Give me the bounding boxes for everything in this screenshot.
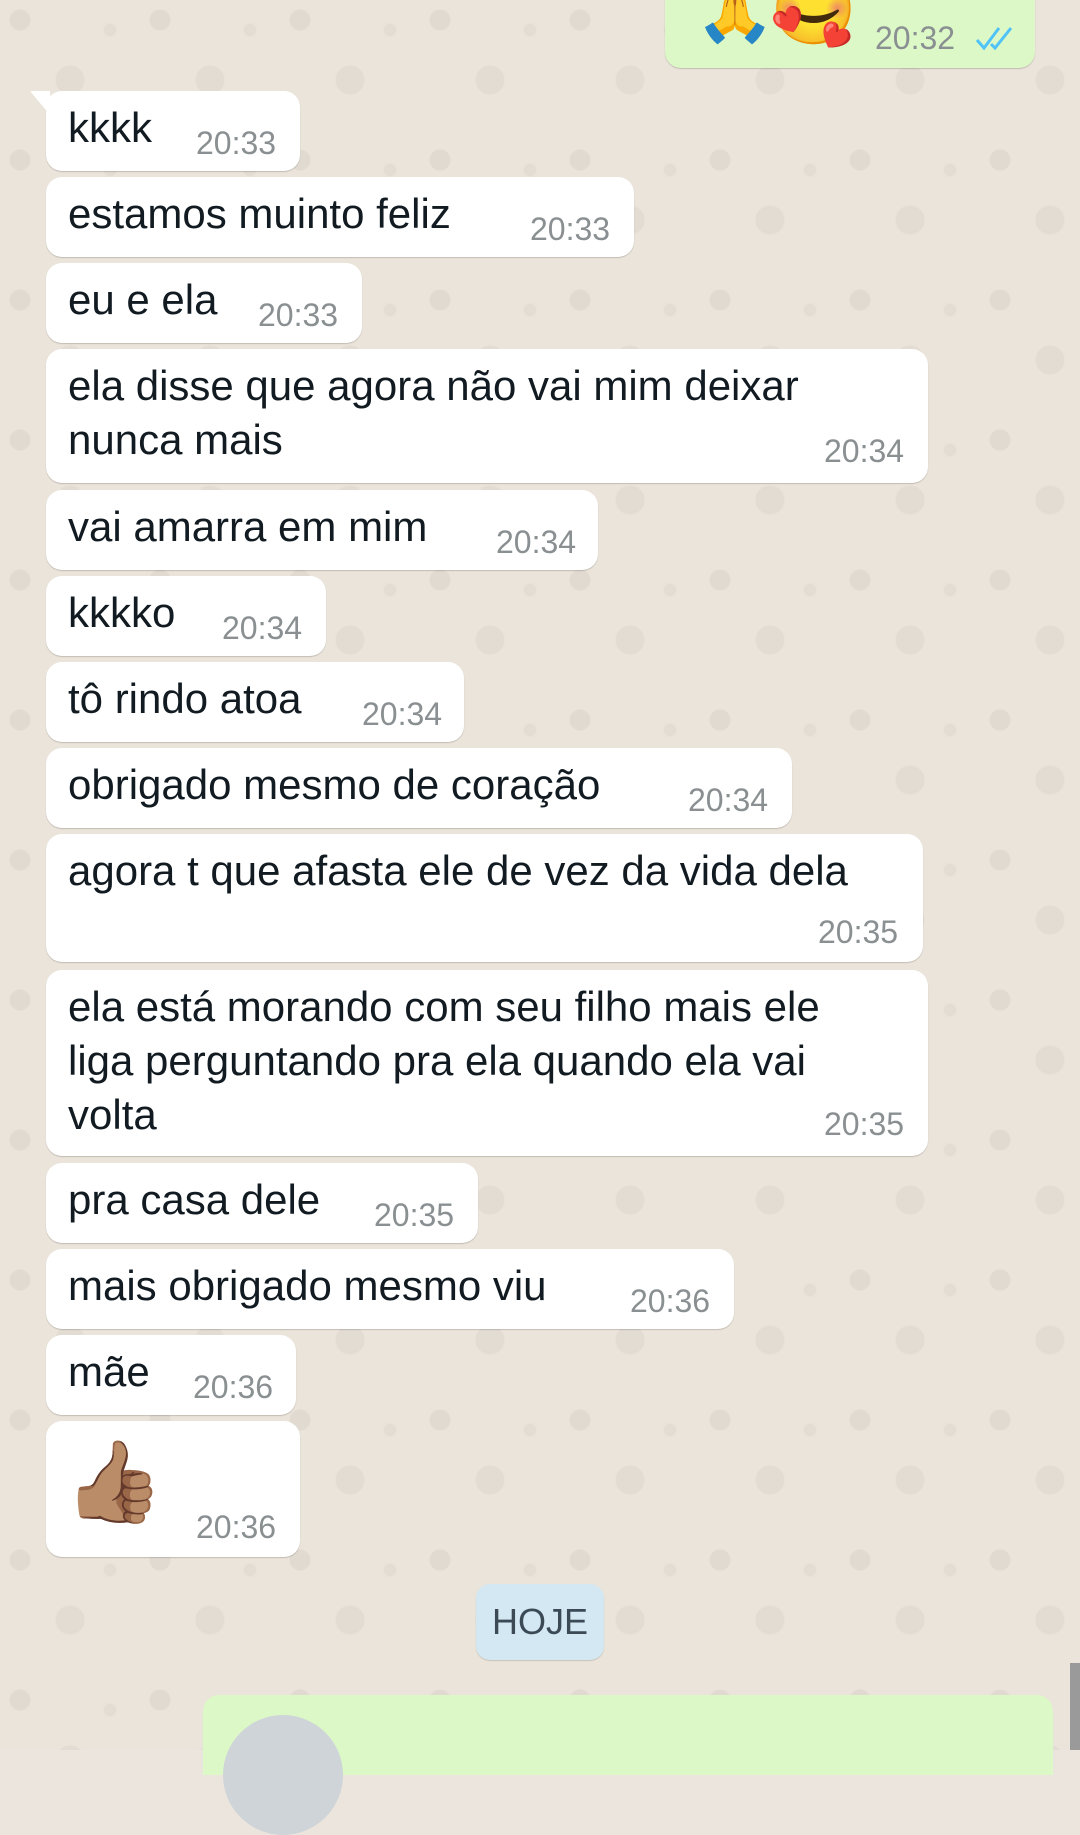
message-time: 20:34 xyxy=(824,433,905,469)
incoming-message-bubble[interactable]: agora t que afasta ele de vez da vida de… xyxy=(46,834,923,962)
message-time: 20:33 xyxy=(258,297,339,333)
incoming-message-bubble[interactable]: kkkk 20:33 xyxy=(30,91,300,171)
avatar xyxy=(223,1715,343,1835)
message-time: 20:32 xyxy=(875,20,956,56)
message-text: kkkk xyxy=(68,104,152,151)
message-text: eu e ela xyxy=(68,276,218,323)
message-text: ela está morando com seu filho mais ele … xyxy=(68,983,820,1138)
outgoing-message-bubble[interactable]: 🙏 🥰 20:32 xyxy=(665,0,1035,68)
incoming-message-bubble[interactable]: vai amarra em mim 20:34 xyxy=(46,490,598,570)
incoming-message-bubble[interactable]: ela disse que agora não vai mim deixar n… xyxy=(46,349,928,483)
message-text: tô rindo atoa xyxy=(68,675,302,722)
message-time: 20:36 xyxy=(196,1509,277,1545)
message-text: mais obrigado mesmo viu xyxy=(68,1262,547,1309)
message-time: 20:36 xyxy=(193,1369,274,1405)
incoming-message-bubble[interactable]: eu e ela 20:33 xyxy=(46,263,362,343)
incoming-message-bubble[interactable]: estamos muinto feliz 20:33 xyxy=(46,177,634,257)
date-divider-badge: HOJE xyxy=(476,1584,604,1660)
message-time: 20:36 xyxy=(630,1283,711,1319)
message-text: vai amarra em mim xyxy=(68,503,428,550)
message-time: 20:33 xyxy=(196,125,277,161)
incoming-message-bubble[interactable]: mais obrigado mesmo viu 20:36 xyxy=(46,1249,734,1329)
smiling-face-with-hearts-emoji: 🥰 xyxy=(770,0,858,48)
incoming-message-bubble[interactable]: pra casa dele 20:35 xyxy=(46,1163,478,1243)
message-text: obrigado mesmo de coração xyxy=(68,761,601,808)
incoming-message-bubble[interactable]: mãe 20:36 xyxy=(46,1335,296,1415)
double-check-read-icon xyxy=(975,27,1013,51)
bubble-tail xyxy=(30,91,50,115)
message-time: 20:34 xyxy=(688,782,769,818)
message-time: 20:35 xyxy=(818,914,899,950)
praying-hands-emoji: 🙏 xyxy=(695,0,775,45)
message-text: estamos muinto feliz xyxy=(68,190,451,237)
message-time: 20:34 xyxy=(496,524,577,560)
message-text: ela disse que agora não vai mim deixar n… xyxy=(68,362,799,463)
message-time: 20:34 xyxy=(362,696,443,732)
incoming-message-bubble[interactable]: 👍🏽 20:36 xyxy=(46,1421,300,1557)
incoming-message-bubble[interactable]: kkkko 20:34 xyxy=(46,576,326,656)
message-text: kkkko xyxy=(68,589,176,636)
scrollbar[interactable] xyxy=(1070,1663,1080,1750)
incoming-message-bubble[interactable]: ela está morando com seu filho mais ele … xyxy=(46,970,928,1156)
outgoing-message-bubble-partial[interactable] xyxy=(203,1695,1053,1835)
incoming-message-bubble[interactable]: obrigado mesmo de coração 20:34 xyxy=(46,748,792,828)
message-text: mãe xyxy=(68,1348,150,1395)
message-time: 20:34 xyxy=(222,610,303,646)
incoming-message-bubble[interactable]: tô rindo atoa 20:34 xyxy=(46,662,464,742)
message-text: agora t que afasta ele de vez da vida de… xyxy=(68,847,848,894)
message-text: pra casa dele xyxy=(68,1176,321,1223)
message-time: 20:35 xyxy=(824,1106,905,1142)
message-time: 20:33 xyxy=(530,211,611,247)
message-time: 20:35 xyxy=(374,1197,455,1233)
thumbs-up-emoji: 👍🏽 xyxy=(64,1437,164,1526)
